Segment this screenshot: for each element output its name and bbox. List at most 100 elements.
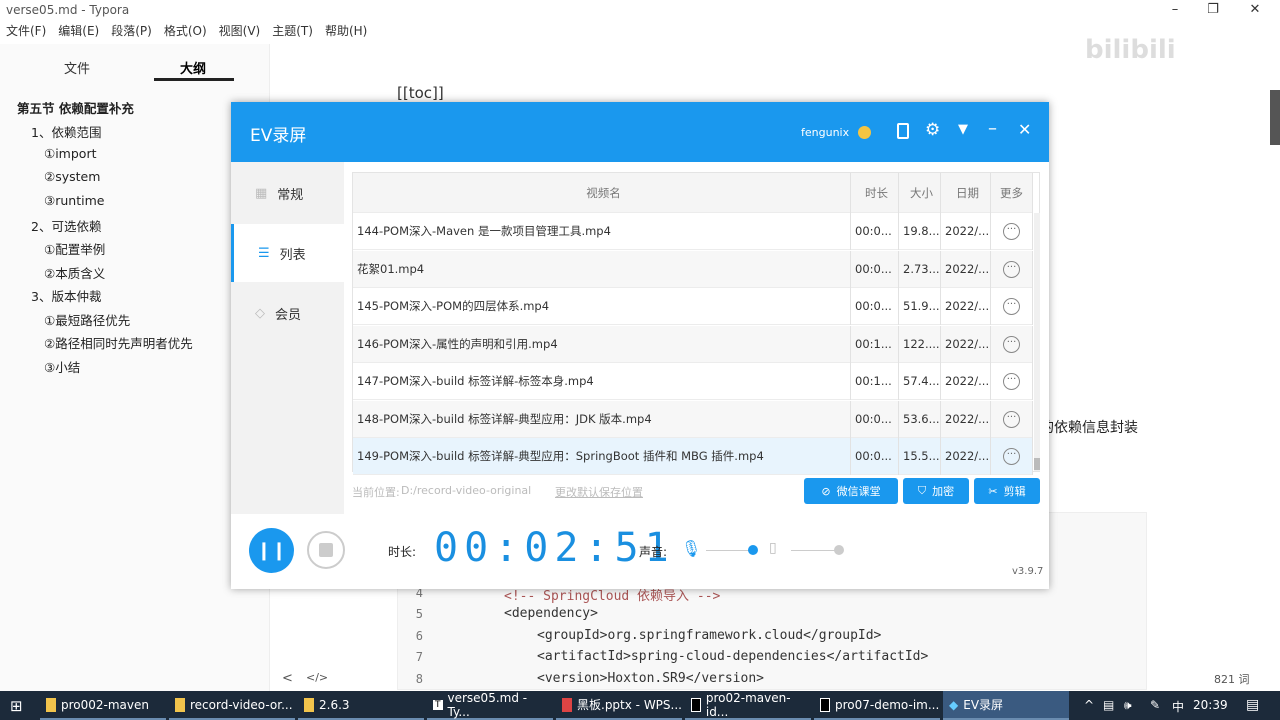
outline-item[interactable]: ①import xyxy=(44,146,96,161)
outline-item[interactable]: ③runtime xyxy=(44,193,104,208)
network-icon[interactable]: ▤ xyxy=(1103,698,1114,712)
menu-file[interactable]: 文件(F) xyxy=(6,22,46,42)
taskbar-item-active[interactable]: ◆ EV录屏 xyxy=(943,691,1069,720)
close-button[interactable]: ✕ xyxy=(1240,2,1270,17)
table-row[interactable]: 148-POM深入-build 标签详解-典型应用：JDK 版本.mp4 00:0… xyxy=(353,400,1033,438)
clock[interactable]: 20:39 xyxy=(1193,698,1228,712)
video-name: 148-POM深入-build 标签详解-典型应用：JDK 版本.mp4 xyxy=(353,400,851,438)
taskbar-item[interactable]: pro07-demo-im... xyxy=(814,691,940,720)
taskbar-item[interactable]: Tverse05.md - Ty... xyxy=(427,691,553,720)
more-icon[interactable]: ··· xyxy=(1003,223,1020,240)
outline-item[interactable]: ②路径相同时先声明者优先 xyxy=(44,333,193,352)
table-row[interactable]: 144-POM深入-Maven 是一款项目管理工具.mp4 00:0... 19.8… xyxy=(353,213,1033,250)
more-icon[interactable]: ··· xyxy=(1003,260,1020,278)
more-icon[interactable]: ··· xyxy=(1003,298,1020,315)
mobile-icon[interactable] xyxy=(897,123,909,139)
notification-icon[interactable]: ▤ xyxy=(1246,697,1259,713)
menu-theme[interactable]: 主题(T) xyxy=(272,22,313,42)
menu-paragraph[interactable]: 段落(P) xyxy=(111,22,152,42)
settings-gear-icon[interactable]: ⚙ xyxy=(925,120,940,140)
outline-item[interactable]: ②system xyxy=(44,169,100,184)
more-options[interactable]: ··· xyxy=(991,213,1033,250)
mic-slider-handle[interactable] xyxy=(748,545,758,555)
more-options[interactable]: ··· xyxy=(991,325,1033,363)
column-header-date[interactable]: 日期 xyxy=(941,173,991,213)
more-icon[interactable]: ··· xyxy=(1003,410,1020,428)
close-icon[interactable]: ✕ xyxy=(1018,120,1031,139)
column-header-name[interactable]: 视频名 xyxy=(353,173,851,213)
taskbar-item[interactable]: pro002-maven xyxy=(40,691,166,720)
more-options[interactable]: ··· xyxy=(991,438,1033,475)
word-count[interactable]: 821 词 xyxy=(1214,671,1250,687)
taskbar-item[interactable]: 2.6.3 xyxy=(298,691,424,720)
taskbar-item[interactable]: pro02-maven-id... xyxy=(685,691,811,720)
video-name: 花絮01.mp4 xyxy=(353,250,851,288)
dropdown-menu-icon[interactable]: ▼ xyxy=(958,122,968,137)
more-options[interactable]: ··· xyxy=(991,250,1033,288)
more-options[interactable]: ··· xyxy=(991,363,1033,400)
speaker-icon[interactable]: ▯ xyxy=(769,540,777,556)
editor-scrollbar[interactable] xyxy=(1270,90,1280,145)
outline-item[interactable]: ①最短路径优先 xyxy=(44,310,130,329)
taskbar-item[interactable]: record-video-or... xyxy=(169,691,295,720)
pen-icon[interactable]: ✎ xyxy=(1150,698,1160,712)
table-row[interactable]: 146-POM深入-属性的声明和引用.mp4 00:1... 122.... 2022… xyxy=(353,325,1033,363)
more-icon[interactable]: ··· xyxy=(1003,373,1020,390)
video-name: 149-POM深入-build 标签详解-典型应用：SpringBoot 插件和… xyxy=(353,438,851,475)
mic-volume-slider[interactable] xyxy=(706,550,754,551)
ime-indicator[interactable]: 中 xyxy=(1172,698,1184,715)
column-header-size[interactable]: 大小 xyxy=(899,173,941,213)
outline-item[interactable]: ②本质含义 xyxy=(44,263,105,282)
more-icon[interactable]: ··· xyxy=(1003,448,1020,465)
nav-list[interactable]: ☰ 列表 xyxy=(231,224,344,282)
menu-view[interactable]: 视图(V) xyxy=(219,22,261,42)
list-scrollbar[interactable] xyxy=(1034,213,1040,471)
encrypt-button[interactable]: ⛉ 加密 xyxy=(903,478,969,504)
table-row[interactable]: 花絮01.mp4 00:0... 2.73... 2022/... ··· xyxy=(353,250,1033,288)
table-row[interactable]: 145-POM深入-POM的四层体系.mp4 00:0... 51.9... 2022… xyxy=(353,288,1033,325)
windows-start-icon[interactable]: ⊞ xyxy=(10,697,23,715)
outline-item[interactable]: 2、可选依赖 xyxy=(31,216,101,235)
pause-button[interactable]: ❙❙ xyxy=(249,528,294,573)
speaker-slider-handle[interactable] xyxy=(834,545,844,555)
outline-item[interactable]: 第五节 依赖配置补充 xyxy=(17,98,134,117)
tab-outline[interactable]: 大纲 xyxy=(153,58,233,77)
minimize-icon[interactable]: – xyxy=(988,118,997,139)
more-options[interactable]: ··· xyxy=(991,400,1033,438)
table-row[interactable]: 149-POM深入-build 标签详解-典型应用：SpringBoot 插件和… xyxy=(353,438,1033,475)
menu-format[interactable]: 格式(O) xyxy=(164,22,207,42)
outline-item[interactable]: ①配置举例 xyxy=(44,239,105,258)
outline-item[interactable]: 1、依赖范围 xyxy=(31,122,101,141)
idea-icon xyxy=(820,697,830,712)
menu-edit[interactable]: 编辑(E) xyxy=(58,22,99,42)
wechat-classroom-button[interactable]: ⊘ 微信课堂 xyxy=(804,478,898,504)
more-icon[interactable]: ··· xyxy=(1003,335,1020,353)
paragraph-text: 的依赖信息封装 xyxy=(1040,420,1138,436)
restore-button[interactable]: ❐ xyxy=(1198,2,1228,17)
volume-icon[interactable]: 🕪 xyxy=(1124,698,1132,713)
outline-item[interactable]: 3、版本仲裁 xyxy=(31,286,101,305)
menu-help[interactable]: 帮助(H) xyxy=(325,22,367,42)
edit-button[interactable]: ✂ 剪辑 xyxy=(974,478,1040,504)
microphone-icon[interactable]: 🎙 xyxy=(681,539,701,558)
taskbar-item[interactable]: 黑板.pptx - WPS... xyxy=(556,691,682,720)
folder-icon xyxy=(304,697,314,712)
source-mode-button[interactable]: </> xyxy=(306,671,328,684)
tab-files[interactable]: 文件 xyxy=(37,58,117,77)
change-path-link[interactable]: 更改默认保存位置 xyxy=(555,484,643,500)
more-options[interactable]: ··· xyxy=(991,288,1033,325)
outline-item[interactable]: ③小结 xyxy=(44,357,80,376)
column-header-duration[interactable]: 时长 xyxy=(851,173,899,213)
nav-general[interactable]: ▦ 常规 xyxy=(231,164,344,222)
toggle-sidebar-button[interactable]: < xyxy=(282,671,293,686)
speaker-volume-slider[interactable] xyxy=(791,550,839,551)
column-header-more: 更多 xyxy=(991,173,1033,213)
table-row[interactable]: 147-POM深入-build 标签详解-标签本身.mp4 00:1... 57.4… xyxy=(353,363,1033,400)
stop-button[interactable] xyxy=(307,531,345,569)
table-header: 视频名 时长 大小 日期 更多 xyxy=(353,173,1033,213)
username[interactable]: fengunix xyxy=(801,126,849,139)
folder-icon xyxy=(175,697,185,712)
tray-chevron-icon[interactable]: ^ xyxy=(1084,698,1094,712)
nav-membership[interactable]: ◇ 会员 xyxy=(231,284,344,342)
minimize-button[interactable]: – xyxy=(1160,2,1190,17)
